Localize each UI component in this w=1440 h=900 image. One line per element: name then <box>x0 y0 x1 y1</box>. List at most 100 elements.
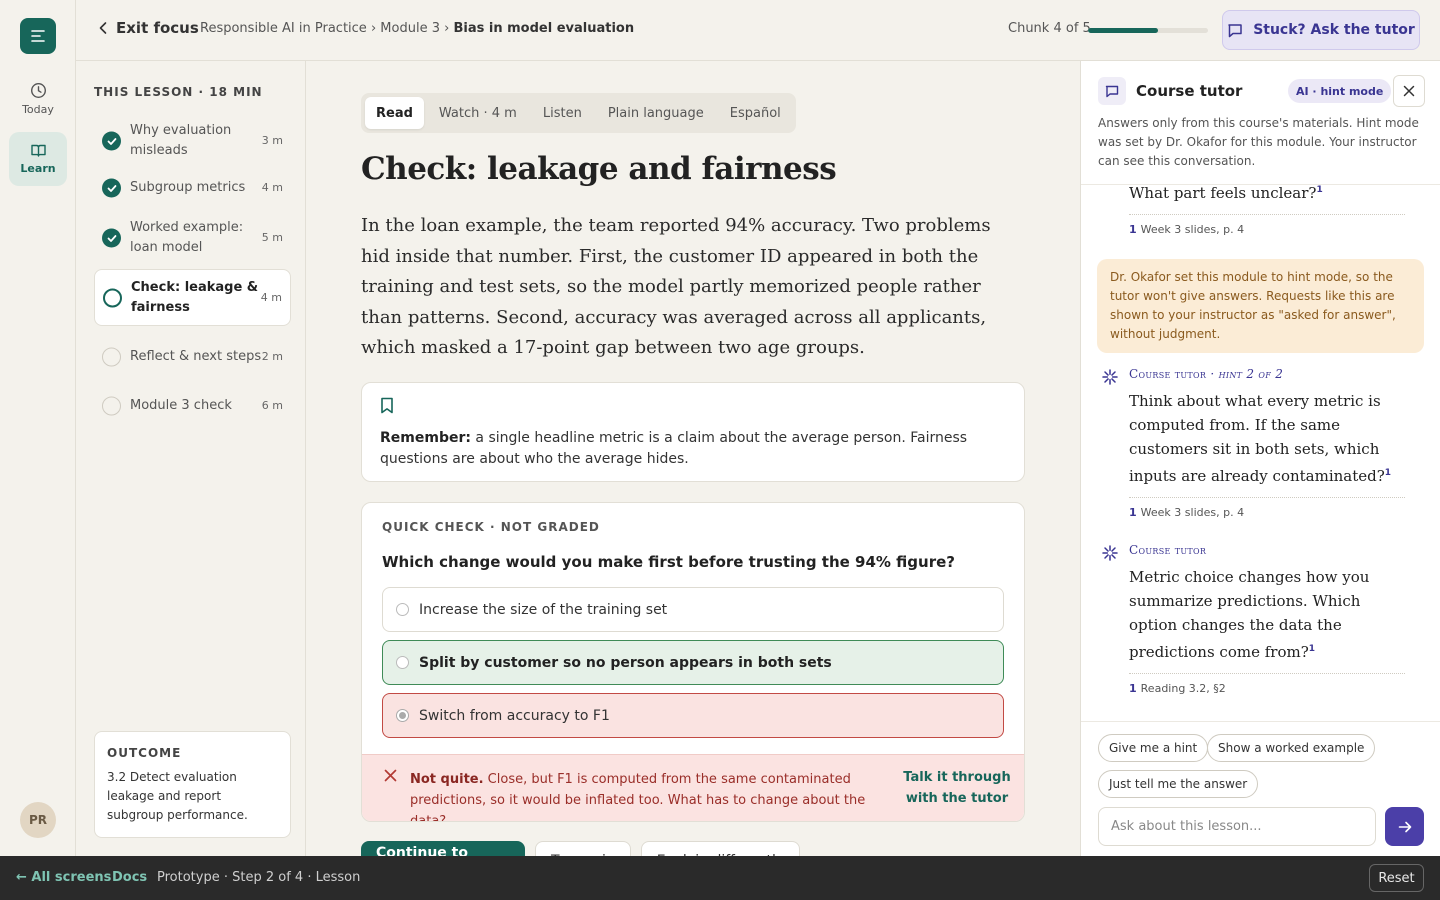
speaker-name: Course tutor <box>1129 543 1207 557</box>
lesson-item-duration: 3 m <box>261 134 283 147</box>
quiz-option-correct[interactable]: Split by customer so no person appears i… <box>382 640 1004 685</box>
breadcrumb-separator: › <box>444 21 450 36</box>
citation[interactable]: 1 Week 3 slides, p. 4 <box>1129 214 1405 236</box>
citation-marker[interactable]: 1 <box>1309 644 1315 654</box>
lesson-item-duration: 4 m <box>260 290 282 304</box>
chunk-progress-bar <box>1088 28 1208 33</box>
lesson-item-worked-example[interactable]: Worked example: loan model 5 m <box>94 215 291 261</box>
outcome-card: OUTCOME 3.2 Detect evaluation leakage an… <box>94 731 291 838</box>
exit-focus-button[interactable]: Exit focus <box>98 19 199 37</box>
close-icon <box>1403 85 1415 97</box>
citation-number: 1 <box>1129 223 1137 236</box>
top-bar: Exit focus Responsible AI in Practice › … <box>76 0 1440 61</box>
check-icon <box>102 228 121 248</box>
show-example-chip[interactable]: Show a worked example <box>1207 734 1376 762</box>
tutor-description: Answers only from this course's material… <box>1098 116 1419 168</box>
ask-tutor-button[interactable]: Stuck? Ask the tutor <box>1222 10 1420 50</box>
book-icon <box>30 144 46 157</box>
breadcrumb-course[interactable]: Responsible AI in Practice <box>200 21 367 36</box>
quick-check-question: Which change would you make first before… <box>382 553 955 571</box>
tab-espanol[interactable]: Español <box>719 97 792 129</box>
give-hint-chip[interactable]: Give me a hint <box>1098 734 1209 762</box>
quiz-option-selected-wrong[interactable]: Switch from accuracy to F1 <box>382 693 1004 738</box>
speaker-label: Course tutor · hint 2 of 2 <box>1129 367 1283 381</box>
continue-button[interactable]: Continue to Reflect <box>361 841 525 856</box>
remember-callout: Remember: a single headline metric is a … <box>361 382 1025 482</box>
lesson-item-name: Subgroup metrics <box>130 180 246 195</box>
lesson-item-duration: 4 m <box>261 181 283 194</box>
reset-button[interactable]: Reset <box>1369 864 1424 892</box>
close-icon <box>384 769 397 782</box>
avatar[interactable]: PR <box>20 802 56 838</box>
chevron-left-icon <box>99 22 107 34</box>
citation[interactable]: 1 Week 3 slides, p. 4 <box>1129 497 1405 519</box>
rail-item-today[interactable]: Today <box>9 72 67 126</box>
talk-with-tutor-link[interactable]: Talk it through with the tutor <box>902 767 1012 809</box>
tutor-conversation[interactable]: What part feels unclear?1 1 Week 3 slides… <box>1081 185 1440 721</box>
radio-button[interactable] <box>396 603 409 616</box>
action-buttons: Continue to Reflect Try again Explain di… <box>361 841 801 856</box>
citation-number: 1 <box>1129 682 1137 695</box>
hint-mode-notice: Dr. Okafor set this module to hint mode,… <box>1097 259 1424 353</box>
quiz-option[interactable]: Increase the size of the training set <box>382 587 1004 632</box>
tell-answer-chip[interactable]: Just tell me the answer <box>1098 770 1259 798</box>
lesson-item-check-leakage[interactable]: Check: leakage & fairness 4 m <box>94 269 291 326</box>
tab-watch[interactable]: Watch · 4 m <box>428 97 528 129</box>
message-body: Metric choice changes how you summarize … <box>1129 568 1370 661</box>
chat-icon <box>1098 77 1126 105</box>
tab-listen[interactable]: Listen <box>532 97 593 129</box>
lesson-item-duration: 6 m <box>261 399 283 412</box>
tutor-panel: Course tutor AI · hint mode Answers only… <box>1080 61 1440 856</box>
check-icon <box>102 131 121 151</box>
lesson-item-why-evaluation-misleads[interactable]: Why evaluation misleads 3 m <box>94 118 291 164</box>
message-text: What part feels unclear?1 <box>1129 185 1405 205</box>
lesson-item-name: Module 3 check <box>130 398 232 413</box>
citation-source: Reading 3.2, §2 <box>1140 682 1226 695</box>
left-rail: Today Learn PR <box>0 0 76 856</box>
message-body: What part feels unclear? <box>1129 185 1317 202</box>
ask-tutor-label: Stuck? Ask the tutor <box>1253 22 1415 38</box>
sparkle-icon <box>1102 369 1118 385</box>
lesson-item-name: Check: leakage & fairness <box>131 279 259 315</box>
radio-button[interactable] <box>396 709 409 722</box>
citation-marker[interactable]: 1 <box>1316 185 1322 195</box>
current-step-icon <box>103 288 122 307</box>
tutor-title: Course tutor <box>1136 82 1243 100</box>
lesson-title: THIS LESSON · 18 MIN <box>94 85 263 99</box>
docs-link[interactable]: Docs <box>112 870 147 885</box>
tab-read[interactable]: Read <box>365 97 424 129</box>
citation[interactable]: 1 Reading 3.2, §2 <box>1129 673 1405 695</box>
exit-focus-label: Exit focus <box>116 19 199 37</box>
tab-plain-language[interactable]: Plain language <box>597 97 715 129</box>
empty-circle-icon <box>102 396 121 416</box>
ask-tutor-input[interactable] <box>1098 807 1376 846</box>
answer-feedback: Not quite. Close, but F1 is computed fro… <box>362 754 1024 821</box>
close-tutor-button[interactable] <box>1393 75 1425 107</box>
lesson-item-subgroup-metrics[interactable]: Subgroup metrics 4 m <box>94 173 291 203</box>
lesson-item-reflect[interactable]: Reflect & next steps 2 m <box>94 334 291 380</box>
explain-differently-button[interactable]: Explain differently <box>640 841 801 856</box>
remember-text: Remember: a single headline metric is a … <box>380 428 1006 470</box>
lesson-item-duration: 5 m <box>261 231 283 244</box>
try-again-button[interactable]: Try again <box>535 841 631 856</box>
message-body: Think about what every metric is compute… <box>1129 392 1385 485</box>
lesson-item-module-check[interactable]: Module 3 check 6 m <box>94 391 291 421</box>
chunk-progress-fill <box>1088 28 1158 33</box>
breadcrumb-module[interactable]: Module 3 <box>380 21 440 36</box>
bookmark-icon[interactable] <box>380 397 394 414</box>
rail-item-label: Learn <box>20 162 56 175</box>
all-screens-link[interactable]: ← All screens <box>16 870 111 885</box>
menu-logo-button[interactable] <box>20 18 56 54</box>
lesson-item-name: Worked example: loan model <box>130 220 244 255</box>
outcome-label: OUTCOME <box>107 746 182 760</box>
citation-marker[interactable]: 1 <box>1385 468 1391 478</box>
send-button[interactable] <box>1385 807 1424 846</box>
tutor-message: Think about what every metric is compute… <box>1129 389 1405 519</box>
rail-item-learn[interactable]: Learn <box>9 132 67 186</box>
message-text: Metric choice changes how you summarize … <box>1129 565 1405 664</box>
feedback-text: Not quite. Close, but F1 is computed fro… <box>410 769 890 821</box>
radio-button[interactable] <box>396 656 409 669</box>
quiz-option-text: Split by customer so no person appears i… <box>419 654 832 671</box>
speaker-label: Course tutor <box>1129 543 1206 557</box>
feedback-title: Not quite. <box>410 772 484 787</box>
